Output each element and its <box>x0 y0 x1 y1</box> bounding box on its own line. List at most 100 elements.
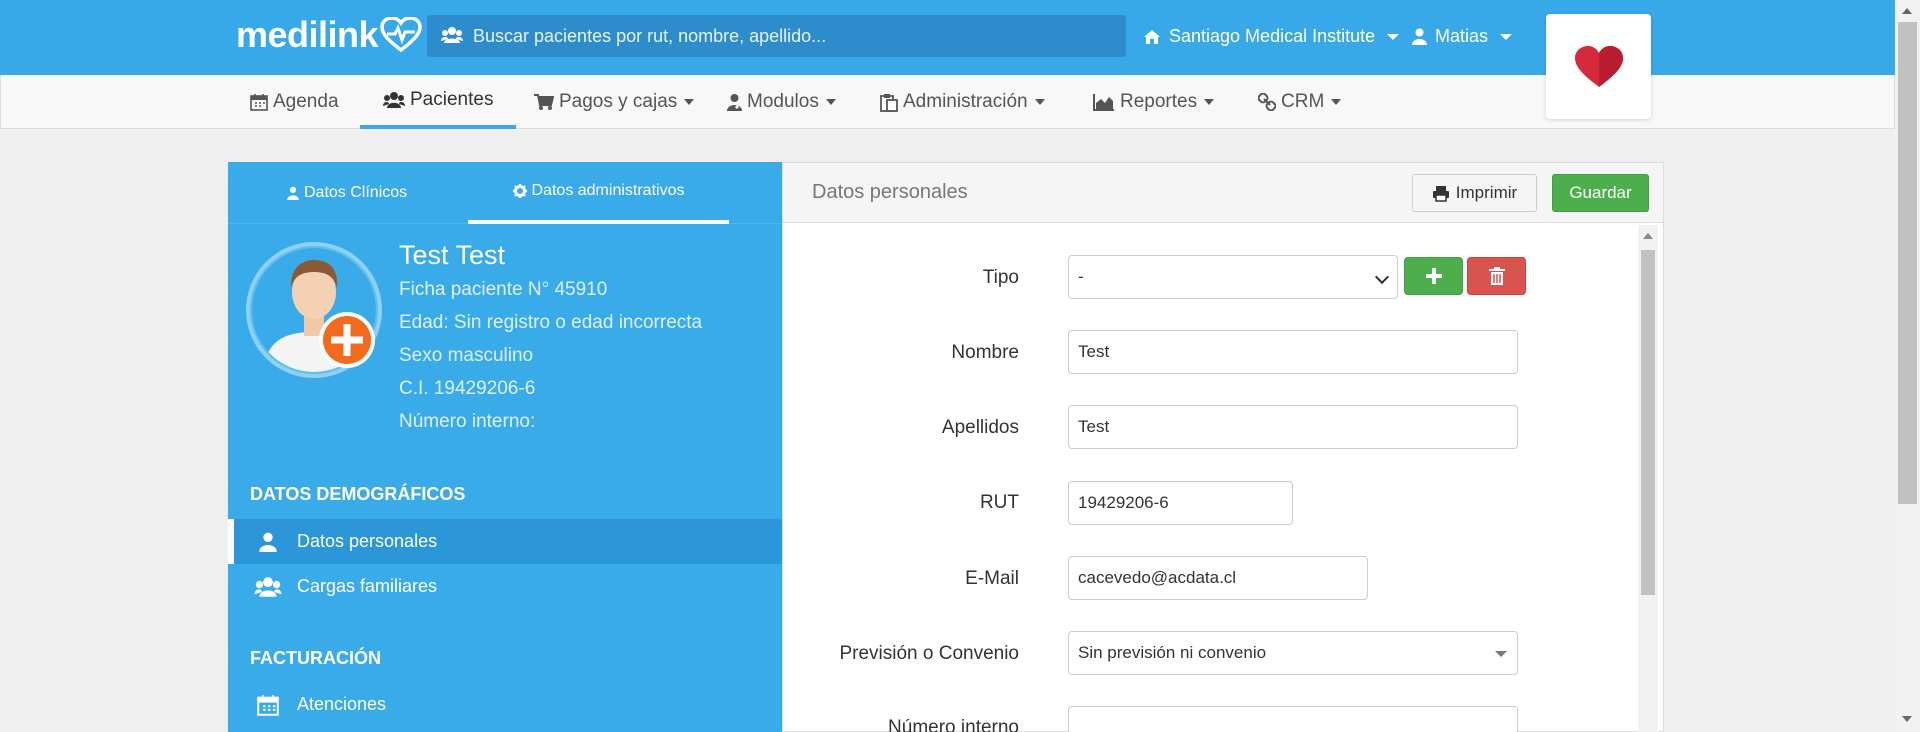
rut-label: RUT <box>979 492 1019 513</box>
save-button[interactable]: Guardar <box>1552 174 1649 212</box>
health-widget[interactable] <box>1546 14 1651 119</box>
heart-pulse-icon <box>380 17 422 53</box>
clipboard-icon <box>880 93 898 112</box>
chevron-down-icon <box>1374 269 1390 285</box>
cart-icon <box>534 94 554 110</box>
rut-value: 19429206-6 <box>1078 493 1169 512</box>
institution-dropdown[interactable]: Santiago Medical Institute <box>1143 26 1400 47</box>
users-icon <box>441 27 463 43</box>
tab-datos-administrativos[interactable]: Datos administrativos <box>468 162 729 224</box>
scroll-up-icon[interactable] <box>1902 8 1912 14</box>
institution-name: Santiago Medical Institute <box>1169 26 1376 46</box>
chevron-down-icon <box>684 99 695 105</box>
page-scrollbar[interactable] <box>1895 0 1920 732</box>
nav-label: CRM <box>1281 91 1325 112</box>
delete-tipo-button[interactable] <box>1467 257 1526 295</box>
patient-avatar[interactable] <box>244 240 384 380</box>
medilink-logo[interactable]: medilink <box>236 14 422 56</box>
email-field[interactable]: cacevedo@acdata.cl <box>1068 556 1368 600</box>
sidebar-item-atenciones[interactable]: Atenciones <box>228 682 782 727</box>
nav-label: Reportes <box>1120 91 1198 112</box>
nav-pacientes[interactable]: Pacientes <box>360 75 517 129</box>
nav-label: Modulos <box>747 91 819 112</box>
doctor-icon <box>727 94 742 111</box>
calendar-icon <box>250 94 268 111</box>
avatar-image <box>246 242 382 378</box>
patient-numero-interno: Número interno: <box>399 411 536 432</box>
users-icon <box>254 576 282 597</box>
apellidos-value: Test <box>1078 417 1110 436</box>
tab-datos-clinicos[interactable]: Datos Clínicos <box>287 162 407 224</box>
prevision-label: Previsión o Convenio <box>839 643 1019 664</box>
patient-sidebar: Datos Clínicos Datos administrativos Tes… <box>228 162 782 732</box>
sidebar-item-datos-personales[interactable]: Datos personales <box>228 519 782 564</box>
tipo-value: - <box>1078 267 1084 286</box>
chevron-down-icon <box>1387 33 1400 40</box>
rut-field[interactable]: 19429206-6 <box>1068 481 1293 525</box>
nav-label: Pagos y cajas <box>559 91 678 112</box>
print-label: Imprimir <box>1455 183 1518 202</box>
calendar-icon <box>257 694 279 716</box>
sidebar-item-cargas-familiares[interactable]: Cargas familiares <box>228 564 782 609</box>
sidebar-item-label: Cargas familiares <box>297 576 438 596</box>
numero-interno-label: Número interno <box>888 717 1019 732</box>
patient-search[interactable]: Buscar pacientes por rut, nombre, apelli… <box>427 15 1126 57</box>
print-icon <box>1432 185 1449 202</box>
chevron-down-icon <box>1495 651 1507 657</box>
user-name: Matias <box>1435 26 1489 46</box>
heart-icon <box>1574 45 1623 87</box>
chevron-down-icon <box>1204 99 1215 105</box>
doctor-icon <box>287 186 299 200</box>
users-icon <box>383 92 405 108</box>
logo-text: medilink <box>236 14 379 55</box>
add-tipo-button[interactable] <box>1404 257 1463 295</box>
search-input[interactable]: Buscar pacientes por rut, nombre, apelli… <box>473 26 826 47</box>
nav-pagos[interactable]: Pagos y cajas <box>534 75 695 129</box>
panel-scrollbar[interactable] <box>1638 225 1658 732</box>
nav-administracion[interactable]: Administración <box>880 75 1045 129</box>
sidebar-tabs: Datos Clínicos Datos administrativos <box>228 162 782 224</box>
nav-reportes[interactable]: Reportes <box>1093 75 1215 129</box>
trash-icon <box>1488 267 1505 285</box>
nav-modulos[interactable]: Modulos <box>727 75 836 129</box>
tipo-label: Tipo <box>982 267 1019 288</box>
patient-sexo: Sexo masculino <box>399 345 534 366</box>
nav-label: Administración <box>903 91 1028 112</box>
page-scroll-thumb[interactable] <box>1898 22 1917 504</box>
nombre-value: Test <box>1078 342 1110 361</box>
user-dropdown[interactable]: Matias <box>1412 26 1513 47</box>
nav-label: Agenda <box>273 91 339 112</box>
chevron-down-icon <box>1034 99 1045 105</box>
chevron-down-icon <box>825 99 836 105</box>
tab-label: Datos administrativos <box>531 182 685 199</box>
user-icon <box>259 532 277 552</box>
area-chart-icon <box>1093 94 1114 111</box>
gear-icon <box>512 184 527 198</box>
apellidos-label: Apellidos <box>941 417 1019 438</box>
nombre-field[interactable]: Test <box>1068 330 1518 374</box>
prevision-select[interactable]: Sin previsión ni convenio <box>1068 631 1518 675</box>
scroll-thumb[interactable] <box>1641 250 1655 595</box>
prevision-value: Sin previsión ni convenio <box>1078 643 1267 662</box>
tipo-select[interactable]: - <box>1068 255 1398 299</box>
home-icon <box>1144 29 1160 44</box>
chevron-down-icon <box>1331 99 1342 105</box>
tab-label: Datos Clínicos <box>304 184 408 201</box>
patient-ci: C.I. 19429206-6 <box>399 378 536 399</box>
user-icon <box>1412 28 1427 45</box>
datos-personales-panel: Datos personales Imprimir Guardar Tipo -… <box>782 162 1664 732</box>
link-icon <box>1258 93 1276 111</box>
chevron-down-icon <box>1500 33 1513 40</box>
scroll-up-icon[interactable] <box>1643 233 1653 239</box>
plus-icon <box>1425 268 1442 284</box>
print-button[interactable]: Imprimir <box>1412 174 1537 212</box>
email-label: E-Mail <box>965 568 1019 589</box>
numero-interno-field[interactable] <box>1068 706 1518 732</box>
nav-crm[interactable]: CRM <box>1258 75 1342 129</box>
nav-agenda[interactable]: Agenda <box>250 75 339 129</box>
section-title-facturacion: FACTURACIÓN <box>250 648 381 668</box>
nav-label: Pacientes <box>410 89 494 110</box>
scroll-down-icon[interactable] <box>1902 716 1912 722</box>
panel-title: Datos personales <box>812 181 968 203</box>
apellidos-field[interactable]: Test <box>1068 405 1518 449</box>
